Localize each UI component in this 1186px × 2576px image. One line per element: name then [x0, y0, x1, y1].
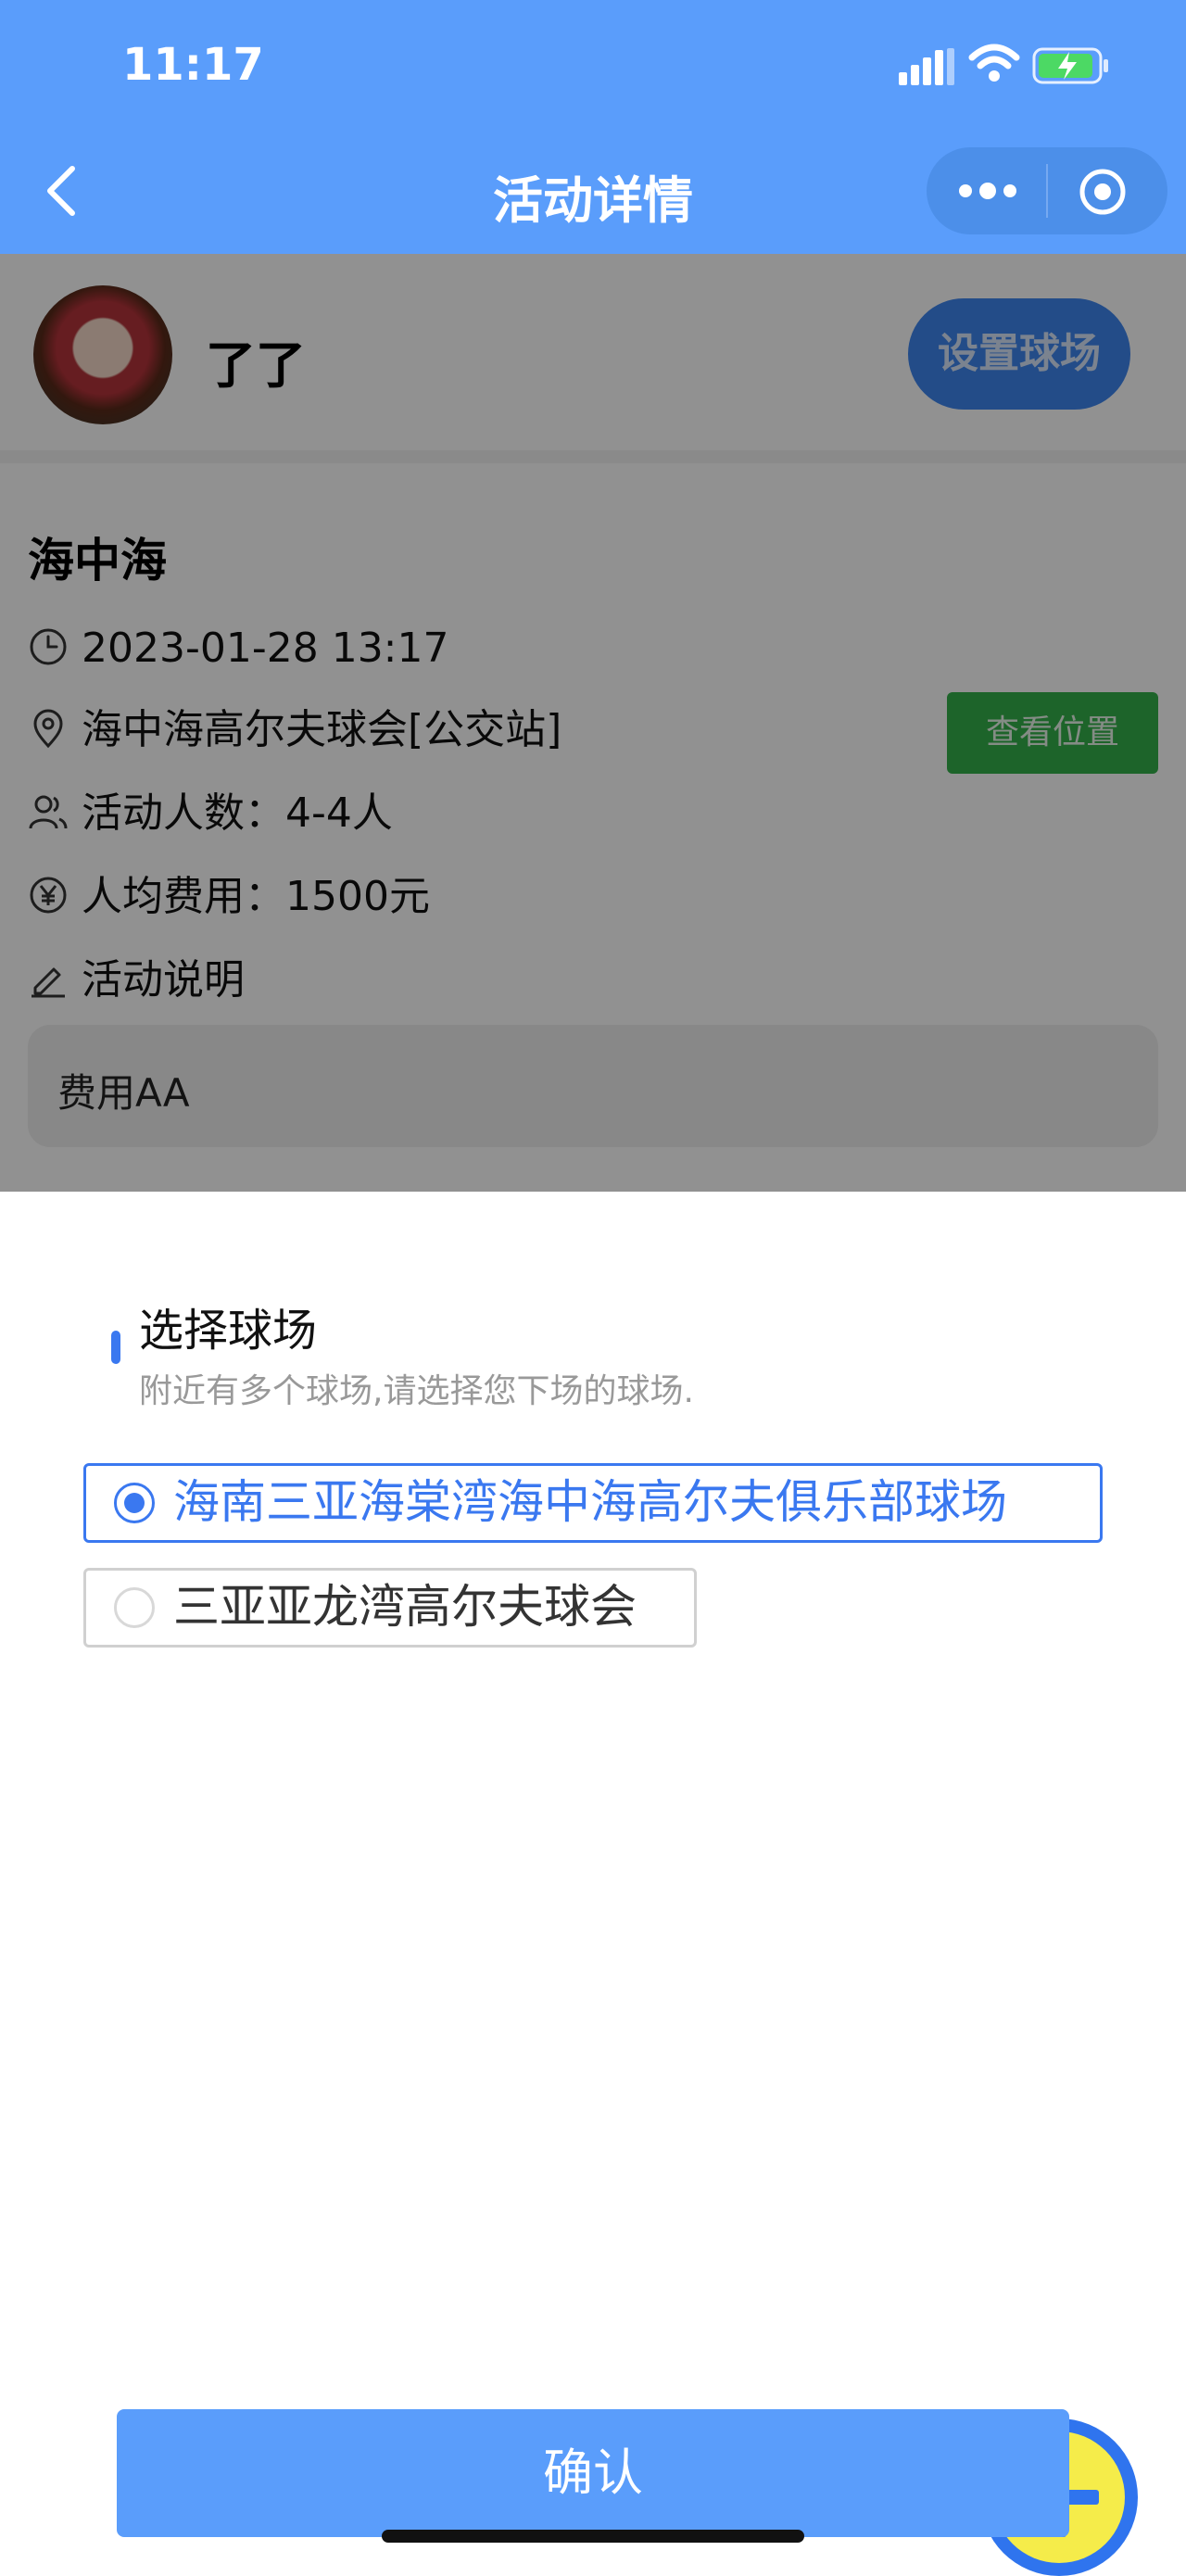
- home-indicator: [382, 2530, 804, 2543]
- confirm-button[interactable]: 确认: [117, 2409, 1069, 2537]
- wifi-icon: [968, 44, 1020, 82]
- sheet-subtitle: 附近有多个球场,请选择您下场的球场.: [139, 1372, 694, 1410]
- course-select-sheet: 选择球场 附近有多个球场,请选择您下场的球场. 海南三亚海棠湾海中海高尔夫俱乐部…: [0, 1192, 1186, 2576]
- status-time: 11:17: [122, 39, 264, 91]
- modal-mask[interactable]: [0, 254, 1186, 1192]
- signal-icon: [899, 48, 954, 85]
- mini-program-capsule: [927, 147, 1167, 234]
- course-option-label: 三亚亚龙湾高尔夫球会: [173, 1580, 637, 1634]
- close-miniprogram-icon[interactable]: [1075, 164, 1130, 220]
- sheet-title: 选择球场: [139, 1305, 318, 1357]
- nav-header: 11:17 活动详情: [0, 0, 1186, 254]
- battery-icon: [1032, 47, 1108, 84]
- course-option-label: 海南三亚海棠湾海中海高尔夫俱乐部球场: [173, 1475, 1007, 1529]
- radio-unchecked-icon[interactable]: [114, 1587, 155, 1628]
- title-accent-bar: [111, 1331, 120, 1364]
- capsule-divider: [1046, 164, 1048, 218]
- radio-checked-icon[interactable]: [114, 1483, 155, 1523]
- course-option[interactable]: 海南三亚海棠湾海中海高尔夫俱乐部球场: [83, 1463, 1103, 1543]
- more-icon[interactable]: [953, 168, 1023, 214]
- course-option[interactable]: 三亚亚龙湾高尔夫球会: [83, 1568, 697, 1648]
